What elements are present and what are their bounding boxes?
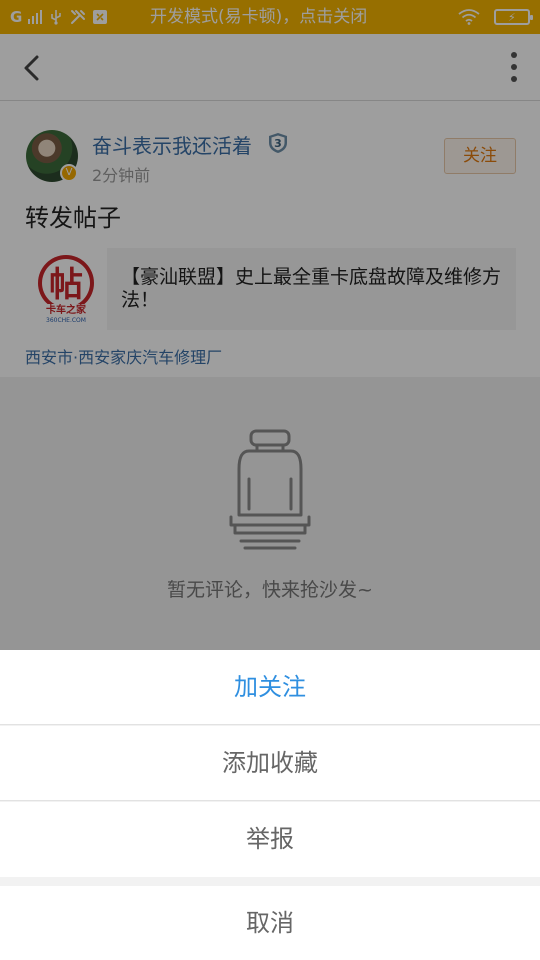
add-follow-button[interactable]: 加关注 [0, 650, 540, 725]
cancel-button[interactable]: 取消 [0, 886, 540, 960]
action-sheet: 加关注 添加收藏 举报 取消 [0, 650, 540, 960]
report-button[interactable]: 举报 [0, 802, 540, 877]
add-favorite-button[interactable]: 添加收藏 [0, 726, 540, 801]
